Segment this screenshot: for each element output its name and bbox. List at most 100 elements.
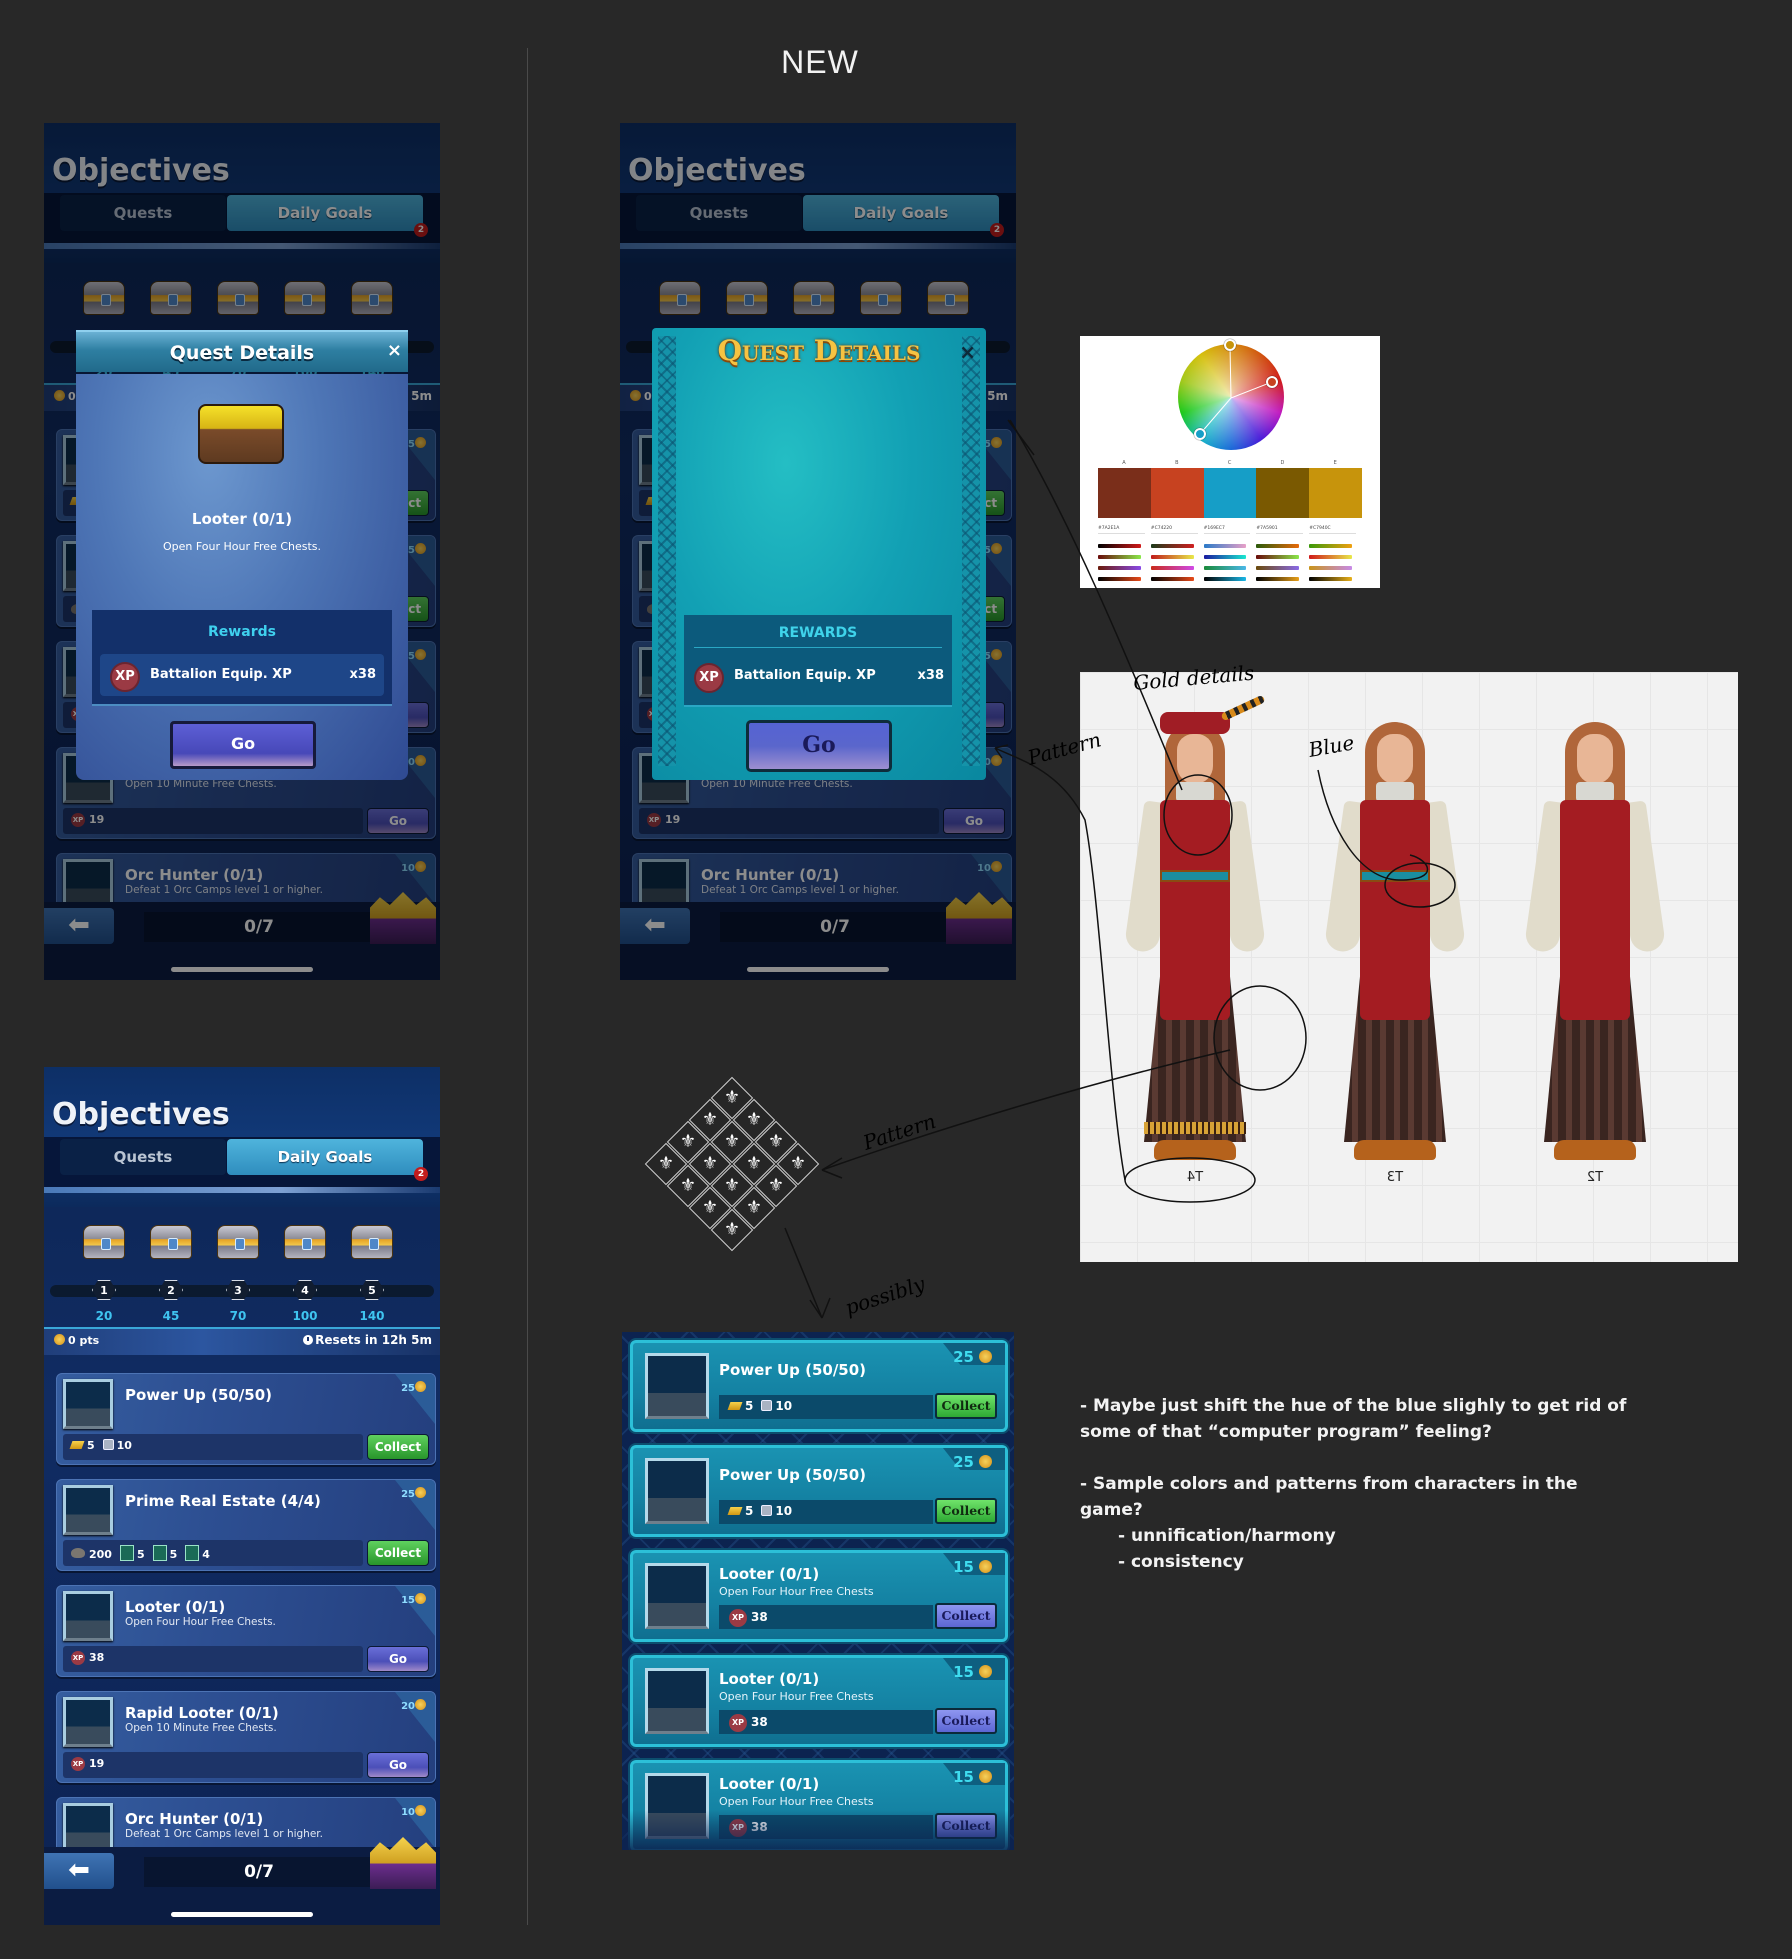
modal-title: Quest Details xyxy=(169,342,315,364)
chest-icon[interactable] xyxy=(284,1225,326,1259)
chest-icon[interactable] xyxy=(83,281,125,315)
hex-code[interactable]: #C74220 xyxy=(1150,526,1198,534)
tab-daily-goals[interactable]: Daily Goals xyxy=(227,1139,423,1175)
reward-list: XP 19 xyxy=(71,813,104,827)
collect-button[interactable]: Collect xyxy=(935,1393,997,1419)
swatch-label: D xyxy=(1280,460,1285,466)
tab-daily-goals[interactable]: Daily Goals xyxy=(227,195,423,231)
medal-icon xyxy=(54,390,65,401)
back-button[interactable]: ⬅ xyxy=(620,908,690,944)
milestone-points: 20 xyxy=(95,1309,113,1323)
chest-icon[interactable] xyxy=(83,1225,125,1259)
tab-quests[interactable]: Quests xyxy=(60,1139,226,1175)
daily-goal-card[interactable]: Looter (0/1) Open Four Hour Free Chests 15… xyxy=(630,1655,1008,1747)
collect-button[interactable]: Collect xyxy=(367,1434,429,1460)
goal-title: Power Up (50/50) xyxy=(719,1466,867,1484)
color-swatch[interactable] xyxy=(1256,468,1310,518)
daily-goal-card[interactable]: Power Up (50/50) 25 5 10 Collect xyxy=(56,1373,436,1465)
tab-daily-goals[interactable]: Daily Goals xyxy=(803,195,999,231)
go-button[interactable]: Go xyxy=(367,1646,429,1672)
collect-button[interactable]: Collect xyxy=(935,1498,997,1524)
back-button[interactable]: ⬅ xyxy=(44,908,114,944)
hex-code[interactable]: #7A2E1A xyxy=(1098,526,1145,534)
daily-goal-card[interactable]: Prime Real Estate (4/4) 25 200 5 5 4 Collect xyxy=(56,1479,436,1571)
go-button[interactable]: Go xyxy=(746,720,892,772)
reward-strip: XP 38 xyxy=(719,1710,933,1734)
close-icon[interactable]: × xyxy=(387,340,402,361)
reward-qty: 5 xyxy=(87,1439,95,1452)
blue-belt xyxy=(1360,870,1430,882)
reward-qty: 10 xyxy=(775,1399,793,1413)
goal-points: 25 xyxy=(401,1381,429,1394)
quest-name: Looter (0/1) xyxy=(191,510,293,528)
daily-goal-card[interactable]: Looter (0/1)Open Four Hour Free Chests. 1… xyxy=(56,1585,436,1677)
daily-goal-card[interactable]: Rapid Looter (0/1)Open 10 Minute Free Ch… xyxy=(56,1691,436,1783)
color-swatch[interactable] xyxy=(1150,468,1204,518)
go-button[interactable]: Go xyxy=(367,808,429,834)
go-button[interactable]: Go xyxy=(170,721,316,769)
chest-icon[interactable] xyxy=(351,1225,393,1259)
milestone-marker: 4 xyxy=(293,1280,317,1300)
medal-icon xyxy=(630,390,641,401)
collect-button[interactable]: Collect xyxy=(935,1603,997,1629)
chest-icon[interactable] xyxy=(150,281,192,315)
crown-chest-icon[interactable] xyxy=(370,1837,436,1889)
hex-code[interactable]: #7A5901 xyxy=(1256,526,1304,534)
reward-qty: 38 xyxy=(751,1715,768,1729)
daily-goal-card[interactable]: Power Up (50/50) 25 5 10 Collect xyxy=(630,1340,1008,1432)
goals-progress: 0/7 xyxy=(720,912,950,942)
collect-button[interactable]: Collect xyxy=(935,1708,997,1734)
chest-icon[interactable] xyxy=(860,281,902,315)
rewards-title: REWARDS xyxy=(778,625,858,641)
xp-icon: XP xyxy=(71,1757,85,1771)
collect-button[interactable]: Collect xyxy=(367,1540,429,1566)
tab-quests[interactable]: Quests xyxy=(60,195,226,231)
hourglass-icon xyxy=(119,1545,134,1561)
tab-bar: Quests Daily Goals 2 xyxy=(44,1137,440,1187)
color-swatch[interactable] xyxy=(1098,468,1151,518)
chest-icon[interactable] xyxy=(659,281,701,315)
wheel-handle[interactable] xyxy=(1224,339,1236,351)
reward-list: XP 38 xyxy=(729,1714,768,1732)
chest-icon[interactable] xyxy=(726,281,768,315)
milestone-marker: 3 xyxy=(226,1280,250,1300)
back-button[interactable]: ⬅ xyxy=(44,1853,114,1889)
reset-label: Resets in 12h 5m xyxy=(315,1333,432,1347)
medal-icon xyxy=(979,1455,992,1468)
chest-icon[interactable] xyxy=(150,1225,192,1259)
chest-icon[interactable] xyxy=(927,281,969,315)
tab-bar: Quests Daily Goals 2 xyxy=(620,193,1016,243)
points-value: 10 xyxy=(977,863,991,874)
daily-goal-card[interactable]: Power Up (50/50) 25 5 10 Collect xyxy=(630,1445,1008,1537)
goal-points: 10 xyxy=(401,1805,429,1818)
tab-quests[interactable]: Quests xyxy=(636,195,802,231)
hex-code[interactable]: #C7940C xyxy=(1309,526,1356,534)
rewards-panel: REWARDS XP Battalion Equip. XP x38 xyxy=(684,615,952,707)
wheel-handle[interactable] xyxy=(1266,376,1278,388)
close-icon[interactable]: × xyxy=(959,340,976,364)
medal-icon xyxy=(979,1350,992,1363)
wheel-handle[interactable] xyxy=(1194,428,1206,440)
goal-points: 15 xyxy=(953,1663,995,1681)
reward-list: 5 10 xyxy=(69,1439,132,1452)
medal-icon xyxy=(415,755,426,766)
list-fade xyxy=(622,1810,1014,1850)
chest-icon[interactable] xyxy=(284,281,326,315)
crown-chest-icon[interactable] xyxy=(370,892,436,944)
go-button[interactable]: Go xyxy=(367,1752,429,1778)
notification-badge: 2 xyxy=(990,223,1004,237)
color-swatch[interactable] xyxy=(1203,468,1257,518)
chest-icon[interactable] xyxy=(217,281,259,315)
hex-code[interactable]: #169EC7 xyxy=(1203,526,1251,534)
chest-icon[interactable] xyxy=(217,1225,259,1259)
go-button[interactable]: Go xyxy=(943,808,1005,834)
daily-goal-card[interactable]: Looter (0/1) Open Four Hour Free Chests 15… xyxy=(630,1550,1008,1642)
reward-strip: 5 10 xyxy=(63,1434,363,1460)
chest-icon[interactable] xyxy=(793,281,835,315)
home-indicator xyxy=(747,967,889,972)
color-swatch[interactable] xyxy=(1309,468,1362,518)
shoes xyxy=(1154,1140,1236,1160)
crown-chest-icon[interactable] xyxy=(946,892,1012,944)
medal-icon xyxy=(991,755,1002,766)
chest-icon[interactable] xyxy=(351,281,393,315)
